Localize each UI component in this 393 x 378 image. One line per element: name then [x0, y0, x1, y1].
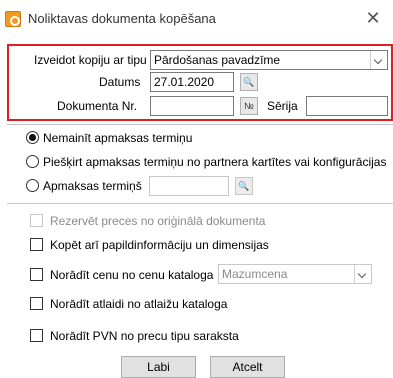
- copy-extra-checkbox-label[interactable]: Kopēt arī papildinformāciju un dimensija…: [50, 238, 269, 252]
- radio-keep-term[interactable]: [26, 131, 39, 144]
- date-label: Datums: [99, 75, 141, 89]
- separator: [7, 203, 393, 204]
- series-input[interactable]: [306, 96, 388, 116]
- app-gear-icon: [5, 11, 21, 27]
- price-catalog-checkbox-label[interactable]: Norādīt cenu no cenu kataloga: [50, 268, 213, 282]
- price-catalog-select[interactable]: Mazumcena: [218, 264, 372, 284]
- payment-term-search-icon[interactable]: 🔍: [235, 177, 253, 195]
- separator: [7, 124, 393, 125]
- radio-payment-term[interactable]: [26, 179, 39, 192]
- title-bar: Noliktavas dokumenta kopēšana ✕: [0, 0, 393, 38]
- radio-keep-term-label[interactable]: Nemainīt apmaksas termiņu: [43, 131, 192, 145]
- doc-number-icon[interactable]: №: [240, 97, 258, 115]
- date-input[interactable]: 27.01.2020: [150, 72, 234, 92]
- reserve-checkbox[interactable]: [30, 214, 43, 227]
- doc-nr-label: Dokumenta Nr.: [57, 99, 138, 113]
- chevron-down-icon[interactable]: [354, 265, 371, 283]
- type-select-value: Pārdošanas pavadzīme: [154, 53, 281, 67]
- discount-checkbox-label[interactable]: Norādīt atlaidi no atlaižu kataloga: [50, 297, 227, 311]
- price-catalog-select-value: Mazumcena: [222, 267, 288, 281]
- ok-button[interactable]: Labi: [121, 356, 196, 378]
- series-label: Sērija: [267, 99, 298, 113]
- price-catalog-checkbox[interactable]: [30, 268, 43, 281]
- cancel-button[interactable]: Atcelt: [210, 356, 285, 378]
- type-label: Izveidot kopiju ar tipu: [34, 53, 147, 67]
- radio-partner-term[interactable]: [26, 155, 39, 168]
- vat-checkbox[interactable]: [30, 329, 43, 342]
- copy-extra-checkbox[interactable]: [30, 238, 43, 251]
- vat-checkbox-label[interactable]: Norādīt PVN no precu tipu saraksta: [50, 329, 239, 343]
- discount-checkbox[interactable]: [30, 297, 43, 310]
- type-select[interactable]: Pārdošanas pavadzīme: [150, 50, 388, 70]
- radio-payment-term-label[interactable]: Apmaksas termiņš: [43, 179, 142, 193]
- doc-nr-input[interactable]: [150, 96, 234, 116]
- chevron-down-icon[interactable]: [370, 51, 387, 69]
- window-title: Noliktavas dokumenta kopēšana: [28, 11, 216, 26]
- reserve-checkbox-label: Rezervēt preces no oriģinālā dokumenta: [50, 214, 266, 228]
- date-search-icon[interactable]: 🔍: [240, 73, 258, 91]
- close-button[interactable]: ✕: [363, 8, 383, 28]
- radio-partner-term-label[interactable]: Piešķirt apmaksas termiņu no partnera ka…: [43, 155, 386, 169]
- payment-term-input[interactable]: [149, 176, 229, 196]
